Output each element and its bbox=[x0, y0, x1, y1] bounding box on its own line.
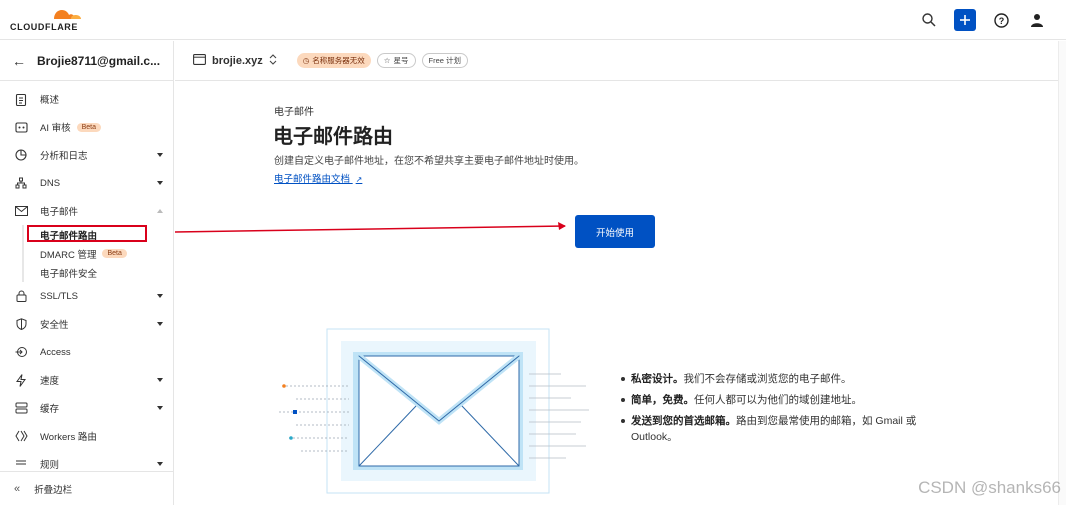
sidebar-item-label: 分析和日志 bbox=[40, 151, 88, 162]
plus-icon[interactable] bbox=[954, 9, 976, 31]
analytics-icon bbox=[14, 148, 28, 162]
feature-item: 私密设计。我们不会存储或浏览您的电子邮件。 bbox=[621, 371, 921, 387]
email-routing-docs-link[interactable]: 电子邮件路由文档 ↗ bbox=[274, 171, 362, 185]
sidebar-item-ssl[interactable]: SSL/TLS bbox=[0, 282, 173, 310]
chevron-down-icon[interactable] bbox=[157, 406, 163, 410]
chevron-down-icon[interactable] bbox=[157, 322, 163, 326]
sidebar: ← Brojie8711@gmail.c... 概述 AI 审核 Beta 分析… bbox=[0, 41, 174, 505]
dns-icon bbox=[14, 176, 28, 190]
sidebar-item-label: SSL/TLS bbox=[40, 290, 79, 302]
email-envelope-illustration bbox=[279, 328, 589, 494]
sidebar-item-dmarc[interactable]: DMARC 管理 Beta bbox=[0, 244, 173, 263]
page-title: 电子邮件路由 bbox=[273, 126, 393, 148]
sidebar-item-label: 速度 bbox=[40, 376, 60, 387]
domain-header: brojie.xyz ◷ 名称服务器无效 ☆ 星号 Free 计划 bbox=[175, 41, 1058, 81]
chevron-down-icon[interactable] bbox=[157, 181, 163, 185]
domain-name[interactable]: brojie.xyz bbox=[212, 55, 263, 67]
sidebar-item-label: DMARC 管理 bbox=[40, 249, 97, 261]
external-link-icon: ↗ bbox=[355, 175, 363, 184]
sidebar-item-label: 电子邮件安全 bbox=[40, 268, 98, 280]
search-icon[interactable] bbox=[918, 9, 940, 31]
star-label: 星号 bbox=[393, 56, 409, 65]
sidebar-item-email-security[interactable]: 电子邮件安全 bbox=[0, 263, 173, 282]
collapse-sidebar-button[interactable]: « 折叠边栏 bbox=[0, 471, 173, 505]
star-button[interactable]: ☆ 星号 bbox=[376, 53, 416, 68]
sidebar-item-label: DNS bbox=[40, 177, 61, 189]
sidebar-item-label: 电子邮件 bbox=[40, 207, 79, 218]
star-icon: ☆ bbox=[383, 56, 391, 65]
main-content: 电子邮件 电子邮件路由 创建自定义电子邮件地址，在您不希望共享主要电子邮件地址时… bbox=[175, 82, 1058, 505]
breadcrumb: 电子邮件 bbox=[274, 107, 314, 118]
collapse-sidebar-label: 折叠边栏 bbox=[34, 484, 73, 496]
lock-icon bbox=[14, 289, 28, 303]
sidebar-item-overview[interactable]: 概述 bbox=[0, 85, 173, 113]
account-switcher[interactable]: ← Brojie8711@gmail.c... bbox=[0, 41, 173, 81]
sidebar-item-access[interactable]: Access bbox=[0, 338, 173, 366]
sidebar-item-label: 缓存 bbox=[40, 404, 60, 415]
sidebar-item-cache[interactable]: 缓存 bbox=[0, 394, 173, 422]
chevron-up-icon[interactable] bbox=[157, 209, 163, 213]
double-chevron-left-icon: « bbox=[14, 482, 21, 495]
email-icon bbox=[14, 204, 28, 218]
ai-audit-icon bbox=[14, 120, 28, 134]
help-icon[interactable]: ? bbox=[990, 9, 1012, 31]
sidebar-item-label: 安全性 bbox=[40, 320, 69, 331]
get-started-button[interactable]: 开始使用 bbox=[575, 215, 655, 248]
plan-label: Free 计划 bbox=[428, 56, 462, 65]
back-arrow-icon[interactable]: ← bbox=[12, 53, 26, 69]
sidebar-item-security[interactable]: 安全性 bbox=[0, 310, 173, 338]
clipboard-icon bbox=[14, 92, 28, 106]
annotation-arrow bbox=[174, 222, 566, 233]
page-description: 创建自定义电子邮件地址，在您不希望共享主要电子邮件地址时使用。 bbox=[274, 156, 584, 167]
top-bar: CLOUDFLARE ? bbox=[0, 0, 1066, 40]
bolt-icon bbox=[14, 373, 28, 387]
plan-badge[interactable]: Free 计划 bbox=[421, 53, 469, 68]
workers-icon bbox=[14, 429, 28, 443]
beta-badge: Beta bbox=[102, 249, 127, 258]
clock-icon: ◷ bbox=[302, 56, 310, 65]
sidebar-item-label: 规则 bbox=[40, 460, 60, 471]
feature-list: 私密设计。我们不会存储或浏览您的电子邮件。 简单，免费。任何人都可以为他们的域创… bbox=[621, 371, 921, 450]
sidebar-item-analytics[interactable]: 分析和日志 bbox=[0, 141, 173, 169]
chevron-down-icon[interactable] bbox=[157, 378, 163, 382]
chevron-down-icon[interactable] bbox=[157, 294, 163, 298]
sidebar-item-dns[interactable]: DNS bbox=[0, 169, 173, 197]
account-name: Brojie8711@gmail.c... bbox=[37, 53, 161, 68]
watermark: CSDN @shanks66 bbox=[918, 478, 1061, 497]
sidebar-item-label: 概述 bbox=[40, 95, 60, 106]
svg-text:?: ? bbox=[998, 16, 1004, 26]
user-icon[interactable] bbox=[1026, 9, 1048, 31]
chevron-down-icon[interactable] bbox=[157, 462, 163, 466]
domain-switcher-icon[interactable] bbox=[269, 54, 277, 67]
submenu-line bbox=[22, 225, 24, 282]
annotation-highlight-box bbox=[27, 225, 147, 242]
page-scrollbar[interactable] bbox=[1058, 41, 1066, 505]
sidebar-item-label: Access bbox=[40, 346, 71, 358]
beta-badge: Beta bbox=[76, 122, 102, 132]
rules-icon bbox=[14, 457, 28, 471]
sidebar-item-email[interactable]: 电子邮件 bbox=[0, 197, 173, 225]
sidebar-item-label: Workers 路由 bbox=[40, 432, 97, 443]
cache-icon bbox=[14, 401, 28, 415]
status-text: 名称服务器无效 bbox=[312, 56, 365, 65]
docs-link-text: 电子邮件路由文档 bbox=[274, 174, 351, 185]
email-submenu: 电子邮件路由 DMARC 管理 Beta 电子邮件安全 bbox=[0, 225, 173, 282]
browser-window-icon bbox=[193, 52, 206, 70]
cloudflare-logo[interactable]: CLOUDFLARE bbox=[10, 5, 90, 35]
access-icon bbox=[14, 345, 28, 359]
sidebar-item-workers[interactable]: Workers 路由 bbox=[0, 422, 173, 450]
chevron-down-icon[interactable] bbox=[157, 153, 163, 157]
feature-item: 发送到您的首选邮箱。路由到您最常使用的邮箱，如 Gmail 或 Outlook。 bbox=[621, 413, 921, 445]
nameserver-status-badge: ◷ 名称服务器无效 bbox=[296, 53, 371, 68]
sidebar-item-speed[interactable]: 速度 bbox=[0, 366, 173, 394]
sidebar-nav: 概述 AI 审核 Beta 分析和日志 DNS 电子邮件 电子邮件路由 DMAR… bbox=[0, 81, 173, 478]
feature-item: 简单，免费。任何人都可以为他们的域创建地址。 bbox=[621, 392, 921, 408]
sidebar-item-ai-audit[interactable]: AI 审核 Beta bbox=[0, 113, 173, 141]
sidebar-item-label: AI 审核 bbox=[40, 123, 71, 134]
shield-icon bbox=[14, 317, 28, 331]
logo-text: CLOUDFLARE bbox=[10, 22, 78, 32]
